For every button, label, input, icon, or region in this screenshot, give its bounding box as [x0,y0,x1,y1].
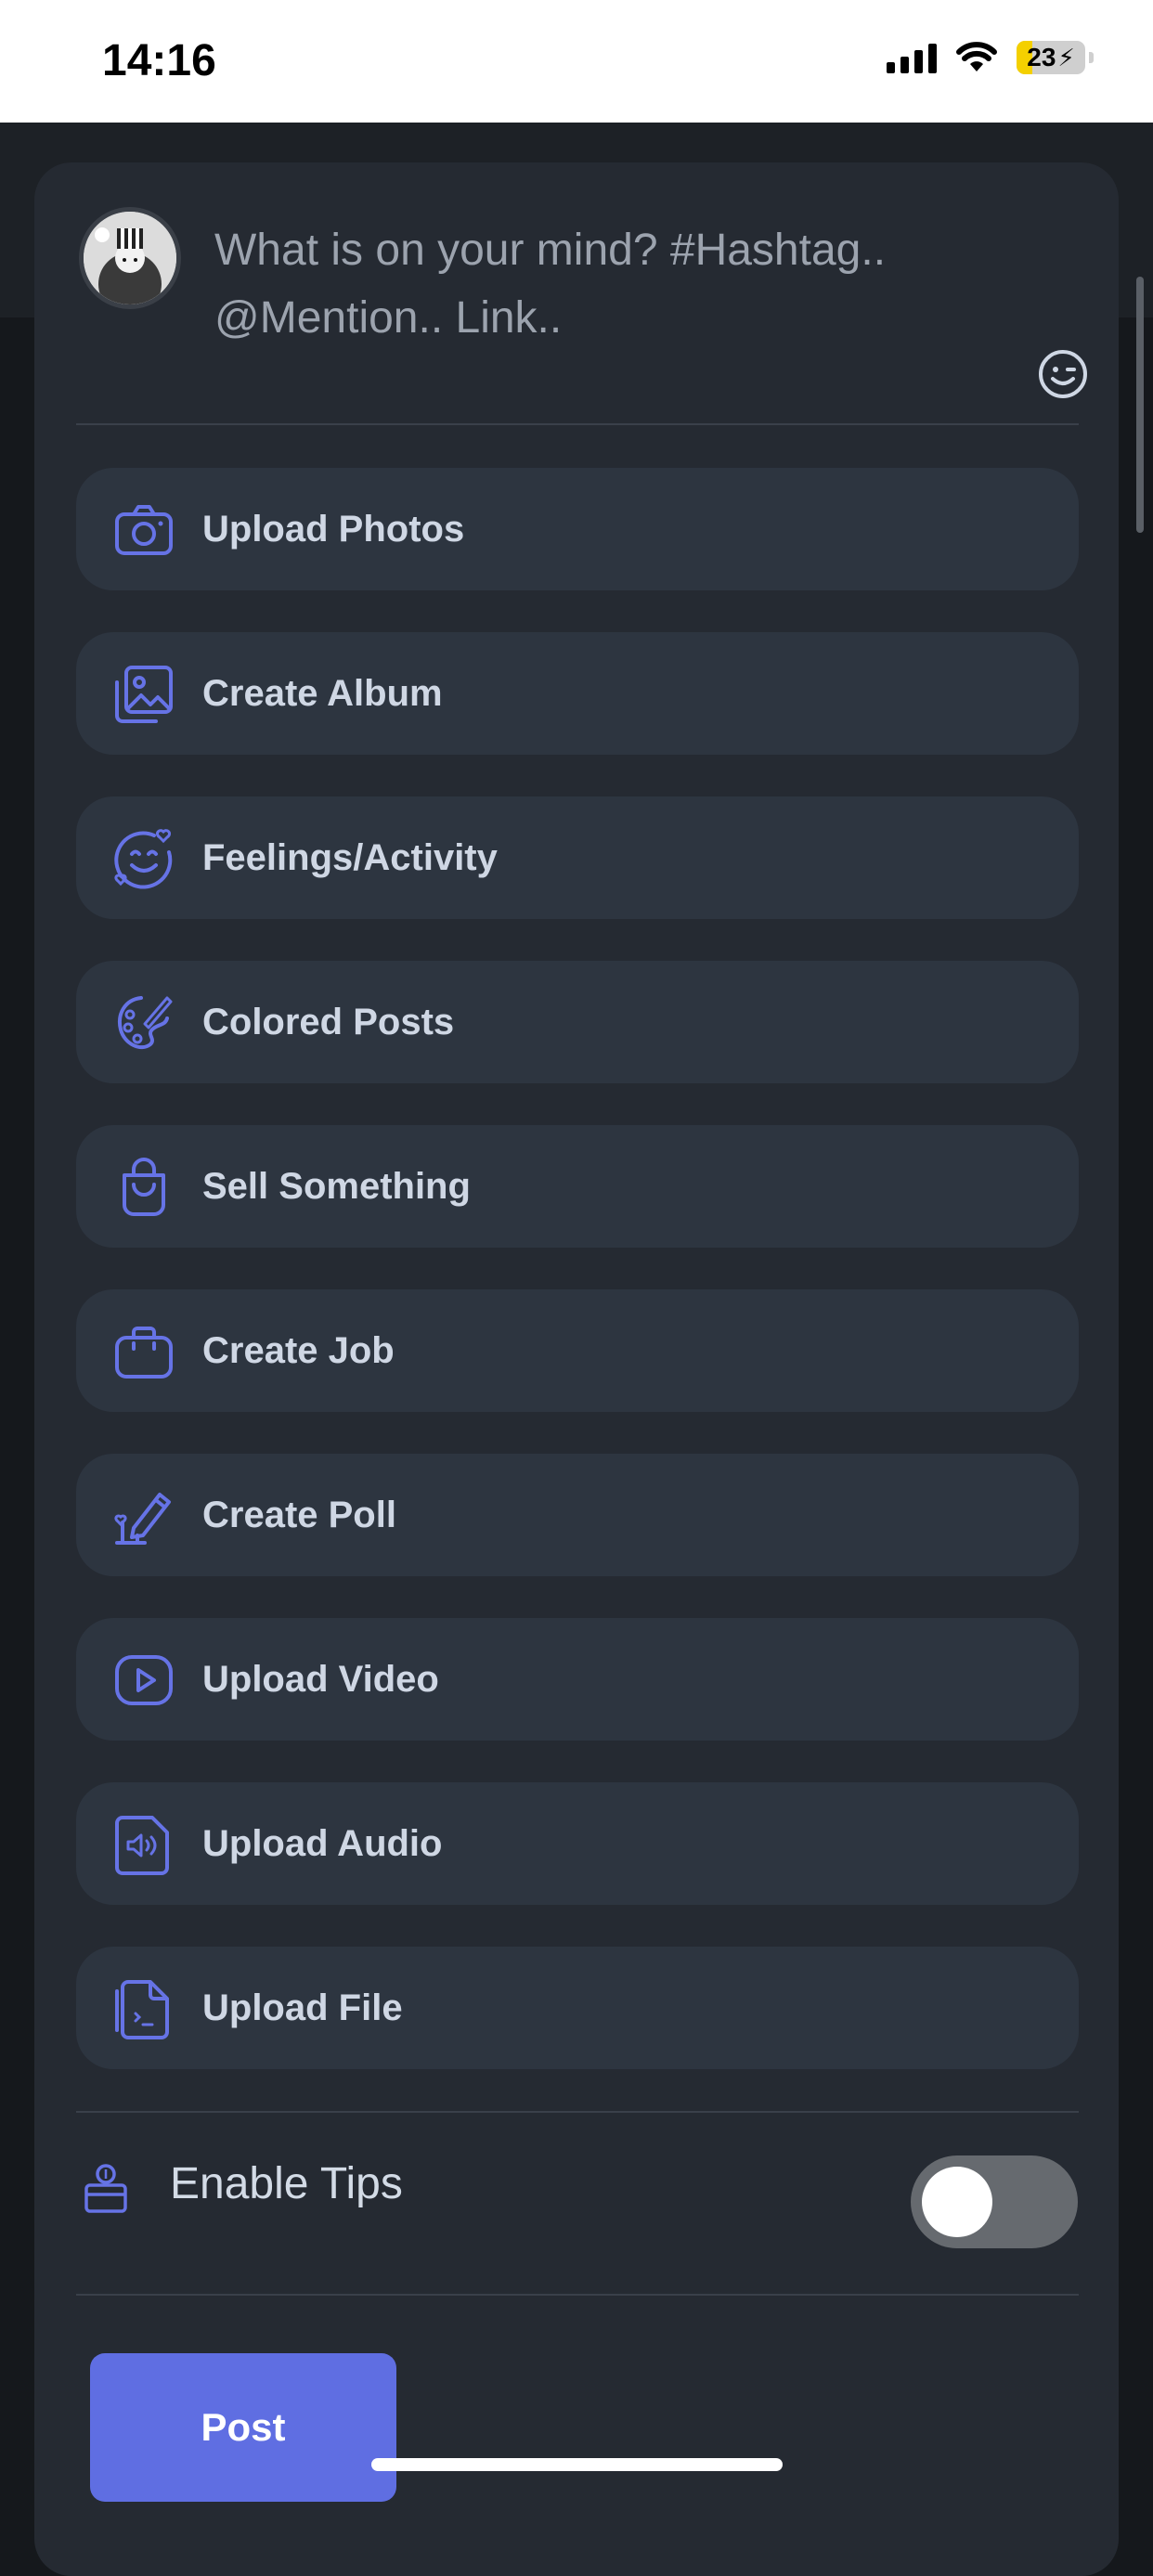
action-label: Upload Audio [202,1823,443,1864]
cellular-signal-icon [887,42,937,73]
create-poll-button[interactable]: Create Poll [76,1454,1079,1576]
status-bar: 14:16 23 ⚡ [0,0,1153,123]
enable-tips-label: Enable Tips [170,2159,403,2208]
create-job-button[interactable]: Create Job [76,1289,1079,1412]
avatar-image [84,212,176,304]
poll-pen-icon [114,1493,171,1545]
scrollbar[interactable] [1136,277,1144,533]
action-label: Feelings/Activity [202,837,498,878]
audio-file-icon [115,1816,169,1875]
camera-icon [115,505,173,555]
video-play-icon [115,1655,173,1705]
upload-audio-button[interactable]: Upload Audio [76,1782,1079,1905]
post-button[interactable]: Post [90,2353,396,2502]
post-composer-input[interactable]: What is on your mind? #Hashtag.. @Mentio… [214,216,1031,352]
action-label: Colored Posts [202,1002,455,1042]
action-label: Create Job [202,1330,395,1371]
file-icon [115,1980,169,2039]
colored-posts-button[interactable]: Colored Posts [76,961,1079,1083]
action-label: Upload File [202,1987,403,2028]
emoji-picker-icon[interactable] [1037,348,1089,400]
briefcase-icon [115,1327,173,1379]
gift-coin-icon [84,2164,127,2213]
image-gallery-icon [115,666,173,723]
battery-percent: 23 [1027,43,1056,71]
palette-icon [118,996,173,1050]
upload-file-button[interactable]: Upload File [76,1947,1079,2069]
battery-icon: 23 ⚡ [1017,41,1085,74]
wifi-icon [956,42,997,71]
divider [76,2111,1079,2113]
home-indicator[interactable] [371,2458,783,2471]
action-label: Upload Photos [202,509,465,550]
smile-heart-icon [114,829,173,889]
status-time: 14:16 [102,36,216,85]
sell-something-button[interactable]: Sell Something [76,1125,1079,1248]
status-indicators: 23 ⚡ [887,41,1094,74]
divider [76,2294,1079,2296]
feelings-activity-button[interactable]: Feelings/Activity [76,796,1079,919]
avatar[interactable] [79,207,181,309]
create-album-button[interactable]: Create Album [76,632,1079,755]
action-label: Upload Video [202,1659,439,1700]
action-label: Create Poll [202,1495,396,1535]
action-label: Sell Something [202,1166,471,1207]
upload-photos-button[interactable]: Upload Photos [76,468,1079,590]
action-label: Create Album [202,673,443,714]
toggle-knob [922,2167,992,2237]
shopping-bag-icon [123,1158,165,1216]
divider [76,423,1079,425]
create-post-card: What is on your mind? #Hashtag.. @Mentio… [34,162,1119,2576]
enable-tips-toggle[interactable] [911,2155,1078,2248]
upload-video-button[interactable]: Upload Video [76,1618,1079,1741]
